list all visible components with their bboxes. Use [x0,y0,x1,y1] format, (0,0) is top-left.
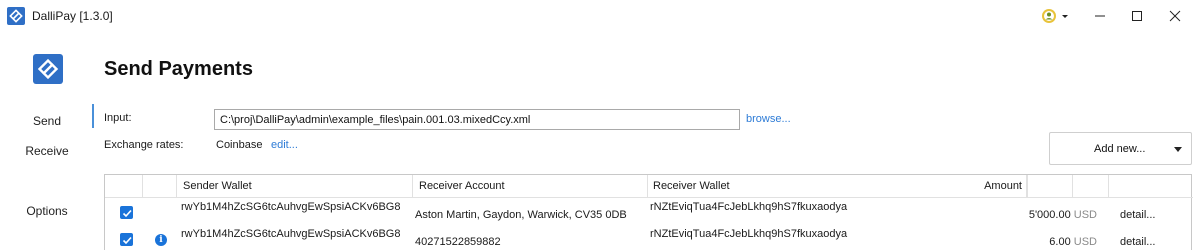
checkmark-icon [122,236,132,245]
sender-wallet-cell: rwYb1M4hZcSG6tcAuhvgEwSpsiACKv6BG8 [181,228,401,240]
input-file-path-field[interactable] [214,109,740,130]
sidebar-item-receive[interactable]: Receive [0,144,94,158]
window-title: DalliPay [1.3.0] [32,9,113,23]
column-header-detail [1109,175,1193,197]
browse-link[interactable]: browse... [746,113,791,125]
title-bar: DalliPay [1.3.0] [0,0,1200,32]
receiver-wallet-cell: rNZtEviqTua4FcJebLkhq9hS7fkuxaodya [650,228,848,240]
receiver-account-cell: Aston Martin, Gaydon, Warwick, CV35 0DB [415,209,627,221]
user-menu-button[interactable] [1040,6,1076,26]
column-header-extra-1 [1027,175,1073,197]
exchange-rates-edit-link[interactable]: edit... [271,139,298,151]
detail-link[interactable]: detail... [1120,209,1155,221]
table-row: i rwYb1M4hZcSG6tcAuhvgEwSpsiACKv6BG8 402… [105,225,1193,250]
page-title: Send Payments [104,58,253,80]
dallipay-logo-icon [7,7,25,25]
sidebar-divider [92,104,94,128]
detail-link[interactable]: detail... [1120,236,1155,248]
amount-cell: 5'000.00 USD [985,209,1097,221]
sidebar-item-options[interactable]: Options [0,204,94,218]
exchange-rates-label: Exchange rates: [104,139,184,151]
row-select-checkbox[interactable] [120,233,133,246]
column-header-select [105,175,143,197]
currency-code: USD [1073,236,1097,248]
sender-wallet-cell: rwYb1M4hZcSG6tcAuhvgEwSpsiACKv6BG8 [181,201,401,213]
dallipay-logo-icon [33,54,63,84]
amount-value: 5'000.00 [1028,209,1071,221]
sidebar: Send Receive Options [0,32,94,250]
sidebar-item-send[interactable]: Send [0,114,94,128]
close-icon [1169,10,1181,22]
column-header-amount[interactable]: Amount [905,175,1027,197]
amount-value: 6.00 [1049,236,1071,248]
add-new-label: Add new... [1094,143,1146,155]
user-avatar-icon [1042,9,1068,23]
close-button[interactable] [1152,0,1198,32]
maximize-icon [1132,11,1142,21]
minimize-icon [1095,15,1105,17]
checkmark-icon [122,209,132,218]
column-header-receiver-account[interactable]: Receiver Account [413,175,648,197]
amount-cell: 6.00 USD [985,236,1097,248]
chevron-down-icon [1174,147,1182,152]
payments-table: Sender Wallet Receiver Account Receiver … [104,174,1193,250]
exchange-rates-source: Coinbase [216,139,263,151]
info-icon[interactable]: i [155,234,167,246]
receiver-wallet-cell: rNZtEviqTua4FcJebLkhq9hS7fkuxaodya [650,201,848,213]
column-header-sender-wallet[interactable]: Sender Wallet [177,175,413,197]
row-select-checkbox[interactable] [120,206,133,219]
column-header-extra-2 [1073,175,1109,197]
currency-code: USD [1073,209,1097,221]
table-row: rwYb1M4hZcSG6tcAuhvgEwSpsiACKv6BG8 Aston… [105,198,1193,225]
column-header-info [143,175,177,197]
receiver-account-cell: 40271522859882 [415,236,501,248]
input-label: Input: [104,112,132,124]
add-new-dropdown-button[interactable]: Add new... [1049,132,1192,165]
